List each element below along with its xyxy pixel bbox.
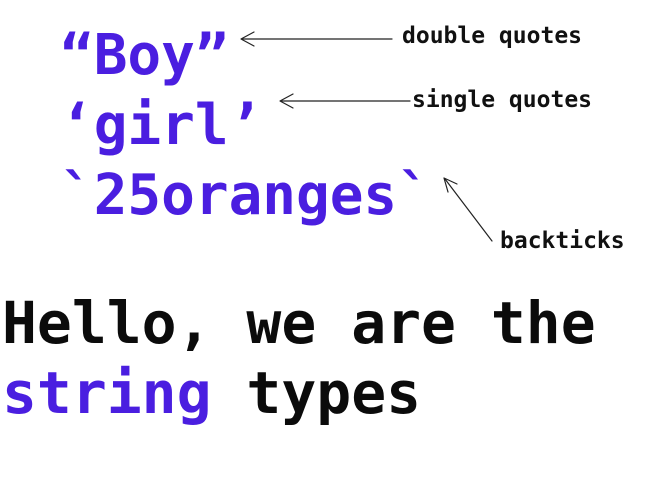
headline-line-1: Hello, we are the	[2, 289, 596, 357]
arrow-backticks	[443, 177, 493, 242]
backticks-label: backticks	[500, 228, 625, 254]
headline-line-2: string types	[2, 364, 421, 422]
headline-rest: types	[211, 359, 422, 427]
headline-highlight: string	[2, 359, 212, 427]
double-quotes-label: double quotes	[402, 23, 583, 49]
arrow-double-quotes	[240, 31, 393, 47]
single-quotes-label: single quotes	[412, 87, 593, 113]
arrow-single-quotes	[279, 93, 411, 109]
